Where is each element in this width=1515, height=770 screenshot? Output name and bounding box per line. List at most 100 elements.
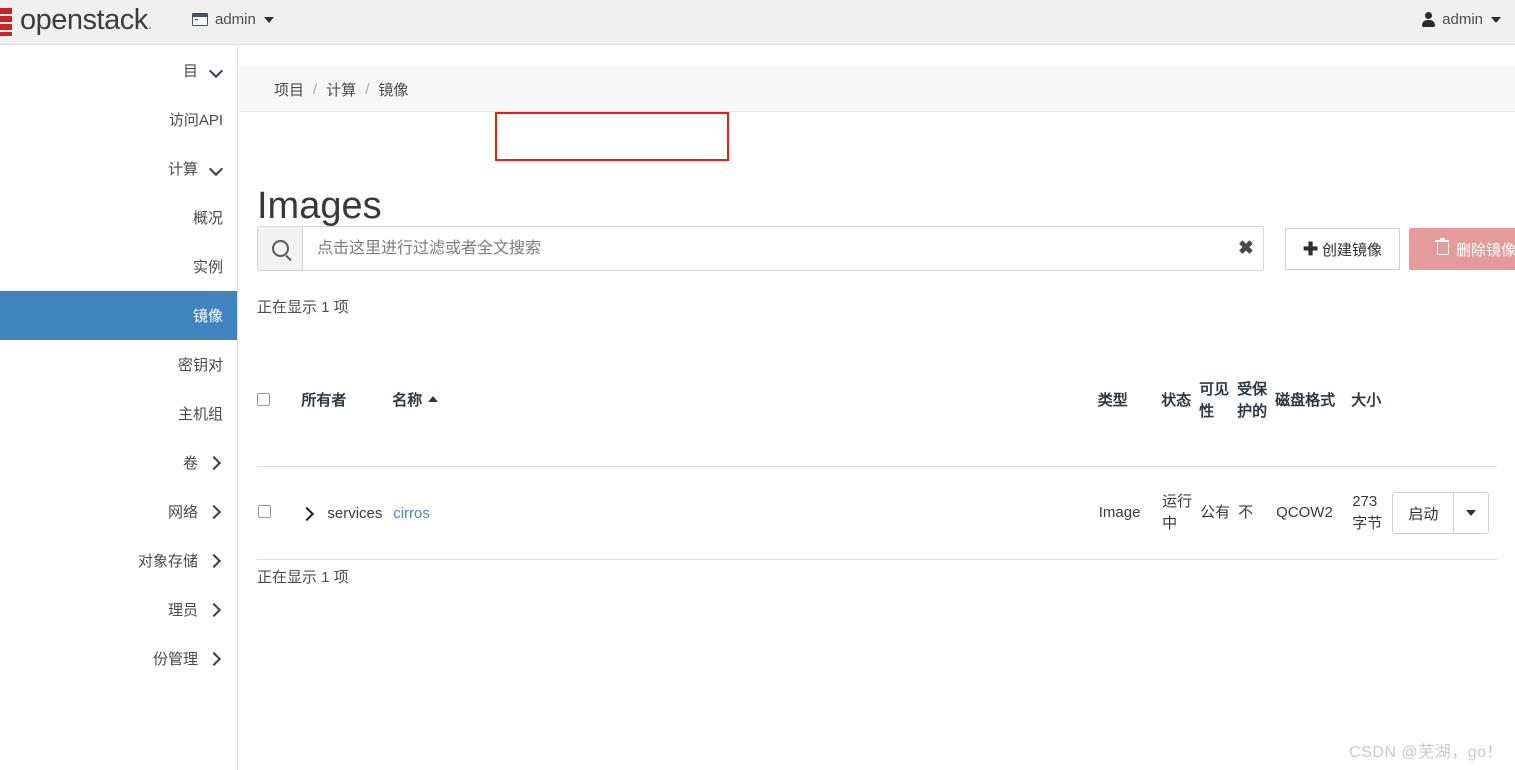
header-type-label: 类型 bbox=[1097, 392, 1128, 410]
sidebar-item-overview[interactable]: 概况 bbox=[0, 193, 237, 242]
breadcrumb-separator: / bbox=[365, 80, 370, 98]
user-avatar-icon bbox=[1422, 12, 1436, 27]
sidebar-item-instances[interactable]: 实例 bbox=[0, 242, 237, 291]
create-image-button[interactable]: ✚ 创建镜像 bbox=[1285, 228, 1400, 270]
row-type-cell: Image bbox=[1097, 466, 1162, 560]
row-action-split-button: 启动 bbox=[1392, 492, 1490, 534]
sidebar-item-key-pairs[interactable]: 密钥对 bbox=[0, 340, 237, 389]
results-count-top: 正在显示 1 项 bbox=[257, 299, 349, 316]
sidebar-item-label: 份管理 bbox=[152, 651, 198, 668]
breadcrumb-item-images[interactable]: 镜像 bbox=[378, 79, 408, 100]
search-icon bbox=[271, 240, 289, 257]
row-status-cell: 运行中 bbox=[1161, 466, 1200, 560]
header-status[interactable]: 状态 bbox=[1161, 336, 1200, 467]
row-protected-value: 不 bbox=[1238, 504, 1254, 522]
row-type-value: Image bbox=[1098, 504, 1141, 522]
filter-search-group: ✖ bbox=[257, 226, 1264, 271]
row-visibility-cell: 公有 bbox=[1199, 466, 1238, 560]
table-header-row: 所有者 名称 类型 状态 可见性 受保护的 磁盘格式 大小 bbox=[257, 336, 1497, 467]
annotation-box-breadcrumb bbox=[495, 112, 729, 161]
sidebar-item-label: 实例 bbox=[192, 259, 223, 276]
sidebar-item-label: 对象存储 bbox=[137, 553, 198, 570]
header-size[interactable]: 大小 bbox=[1351, 336, 1392, 467]
row-actions-dropdown-toggle[interactable] bbox=[1453, 493, 1488, 533]
page-title: Images bbox=[257, 185, 382, 228]
watermark: CSDN @芜湖，go！ bbox=[1349, 744, 1503, 761]
header-select-all bbox=[257, 336, 302, 467]
breadcrumb: 项目 / 计算 / 镜像 bbox=[256, 66, 426, 112]
select-all-checkbox[interactable] bbox=[257, 392, 270, 406]
row-disk-format-cell: QCOW2 bbox=[1275, 466, 1352, 560]
header-visibility-label: 可见性 bbox=[1199, 381, 1230, 420]
sidebar-item-label: 镜像 bbox=[192, 308, 223, 325]
row-disk-format-value: QCOW2 bbox=[1276, 504, 1333, 522]
row-size-value: 273 字节 bbox=[1352, 493, 1383, 532]
expand-row-chevron-right-icon[interactable] bbox=[302, 508, 313, 519]
header-size-label: 大小 bbox=[1351, 392, 1382, 410]
chevron-down-icon bbox=[210, 64, 223, 77]
row-checkbox[interactable] bbox=[258, 504, 271, 518]
tenant-switcher[interactable]: admin bbox=[192, 11, 274, 28]
plus-icon: ✚ bbox=[1302, 239, 1319, 259]
sidebar-item-label: 卷 bbox=[182, 455, 198, 472]
sidebar-item-object-store[interactable]: 对象存储 bbox=[0, 536, 237, 585]
sidebar-item-network[interactable]: 网络 bbox=[0, 487, 237, 536]
header-disk-format[interactable]: 磁盘格式 bbox=[1275, 336, 1352, 467]
breadcrumb-item-compute[interactable]: 计算 bbox=[326, 79, 356, 100]
sidebar-item-admin[interactable]: 理员 bbox=[0, 585, 237, 634]
sidebar-item-label: 主机组 bbox=[177, 406, 223, 423]
row-protected-cell: 不 bbox=[1237, 466, 1276, 560]
trash-icon bbox=[1434, 238, 1449, 255]
header-name-label: 名称 bbox=[392, 392, 423, 410]
sidebar-item-server-groups[interactable]: 主机组 bbox=[0, 389, 237, 438]
row-actions-cell: 启动 bbox=[1391, 466, 1497, 560]
header-owner[interactable]: 所有者 bbox=[301, 336, 393, 467]
sidebar-item-identity[interactable]: 份管理 bbox=[0, 634, 237, 683]
breadcrumb-item-project[interactable]: 项目 bbox=[274, 79, 304, 100]
sidebar-item-label: 概况 bbox=[192, 210, 223, 227]
header-status-label: 状态 bbox=[1161, 392, 1192, 410]
row-select-cell bbox=[257, 466, 302, 560]
header-type[interactable]: 类型 bbox=[1097, 336, 1162, 467]
sidebar-item-label: 网络 bbox=[167, 504, 198, 521]
row-visibility-value: 公有 bbox=[1200, 504, 1231, 522]
images-table: 所有者 名称 类型 状态 可见性 受保护的 磁盘格式 大小 services c… bbox=[257, 336, 1497, 560]
breadcrumb-separator: / bbox=[313, 80, 318, 98]
top-navigation-bar: openstack. admin admin bbox=[0, 0, 1515, 45]
row-name-cell: cirros bbox=[392, 466, 1098, 560]
chevron-down-icon bbox=[210, 162, 223, 175]
header-visibility[interactable]: 可见性 bbox=[1199, 336, 1238, 467]
header-disk-format-label: 磁盘格式 bbox=[1275, 392, 1336, 410]
sidebar-item-compute[interactable]: 计算 bbox=[0, 144, 237, 193]
chevron-right-icon bbox=[210, 652, 223, 665]
chevron-down-icon bbox=[263, 16, 274, 23]
search-input[interactable] bbox=[303, 227, 1229, 270]
header-owner-label: 所有者 bbox=[301, 392, 347, 410]
header-name[interactable]: 名称 bbox=[392, 336, 1098, 467]
image-name-link[interactable]: cirros bbox=[393, 505, 430, 522]
delete-image-label: 删除镜像 bbox=[1455, 241, 1515, 259]
chevron-right-icon bbox=[210, 456, 223, 469]
user-menu[interactable]: admin bbox=[1422, 11, 1501, 28]
openstack-logo-text: openstack. bbox=[20, 3, 152, 36]
sidebar-item-label: 理员 bbox=[167, 602, 198, 619]
header-actions bbox=[1391, 336, 1497, 467]
header-protected[interactable]: 受保护的 bbox=[1237, 336, 1276, 467]
row-owner-cell: services bbox=[301, 466, 393, 560]
sort-ascending-icon bbox=[428, 396, 439, 403]
sidebar-item-volumes[interactable]: 卷 bbox=[0, 438, 237, 487]
sidebar-item-label: 计算 bbox=[167, 161, 198, 178]
sidebar-navigation: 目 访问API 计算 概况 实例 镜像 密钥对 主机组 卷 网络 对象存储 理员 bbox=[0, 46, 238, 770]
sidebar-item-images[interactable]: 镜像 bbox=[0, 291, 237, 340]
launch-instance-button[interactable]: 启动 bbox=[1393, 493, 1453, 533]
clear-search-icon[interactable]: ✖ bbox=[1229, 227, 1263, 270]
sidebar-item-project[interactable]: 目 bbox=[0, 46, 237, 95]
openstack-logo-mark-icon bbox=[0, 7, 12, 37]
delete-image-button[interactable]: 删除镜像 bbox=[1409, 228, 1515, 270]
openstack-logo[interactable]: openstack. bbox=[0, 5, 152, 39]
search-icon-button[interactable] bbox=[258, 227, 303, 270]
sidebar-item-api-access[interactable]: 访问API bbox=[0, 95, 237, 144]
results-count-bottom: 正在显示 1 项 bbox=[257, 569, 349, 586]
table-row: services cirros Image 运行中 公有 不 QCOW2 273… bbox=[257, 466, 1497, 560]
chevron-down-icon bbox=[1491, 16, 1501, 23]
